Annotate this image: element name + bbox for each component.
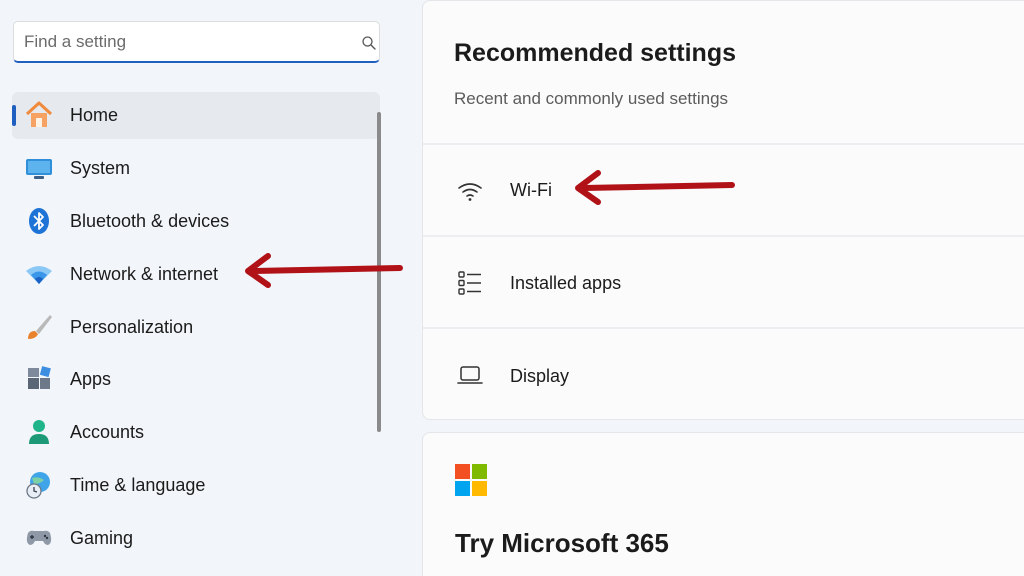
sidebar-item-time-language[interactable]: Time & language	[12, 462, 380, 509]
gamepad-icon	[26, 530, 52, 546]
recommended-item-display[interactable]: Display	[423, 329, 1024, 419]
sidebar-item-bluetooth[interactable]: Bluetooth & devices	[12, 198, 380, 245]
sidebar-item-personalization[interactable]: Personalization	[12, 304, 380, 351]
recommended-item-label: Display	[510, 366, 570, 386]
sidebar-item-label: Apps	[70, 369, 112, 390]
annotation-arrow-network	[245, 253, 403, 288]
wifi-icon	[26, 265, 52, 284]
search-input[interactable]	[24, 30, 344, 54]
recommended-item-label: Installed apps	[510, 273, 622, 293]
sidebar-item-label: Accounts	[70, 422, 145, 443]
sidebar-item-label: Bluetooth & devices	[70, 210, 230, 231]
microsoft-logo-icon	[455, 464, 487, 496]
sidebar-item-gaming[interactable]: Gaming	[12, 515, 380, 562]
sidebar-item-home[interactable]: Home	[12, 92, 380, 139]
search-icon[interactable]	[361, 35, 377, 51]
sidebar-item-label: System	[70, 157, 131, 178]
search-box[interactable]	[13, 21, 380, 63]
brush-icon	[28, 314, 52, 339]
recommended-settings-card: Recommended settings Recent and commonly…	[422, 0, 1024, 420]
laptop-icon	[457, 366, 483, 384]
selection-indicator	[12, 105, 16, 126]
list-icon	[458, 271, 481, 295]
recommended-item-label: Wi-Fi	[510, 180, 552, 200]
sidebar-item-label: Network & internet	[70, 263, 219, 284]
globe-clock-icon	[26, 472, 50, 499]
card-subtitle: Recent and commonly used settings	[454, 89, 729, 108]
sidebar-item-accounts[interactable]: Accounts	[12, 409, 380, 456]
sidebar-item-label: Gaming	[70, 528, 134, 549]
microsoft-365-card[interactable]: Try Microsoft 365	[422, 432, 1024, 576]
sidebar-item-system[interactable]: System	[12, 145, 380, 192]
navigation-pane: Home System Bluetooth & devices Net	[0, 0, 400, 576]
account-icon	[29, 420, 49, 445]
sidebar-item-label: Time & language	[70, 475, 206, 496]
card-title: Recommended settings	[454, 39, 737, 67]
sidebar-nav: Home System Bluetooth & devices Network …	[12, 92, 380, 568]
home-icon	[25, 101, 53, 127]
monitor-icon	[26, 158, 52, 179]
recommended-item-installed-apps[interactable]: Installed apps	[423, 237, 1024, 327]
annotation-arrow-wifi	[575, 170, 735, 205]
bluetooth-icon	[29, 207, 49, 234]
sidebar-item-label: Personalization	[70, 316, 194, 337]
wifi-icon	[458, 183, 482, 201]
sidebar-item-apps[interactable]: Apps	[12, 356, 380, 403]
promo-title: Try Microsoft 365	[455, 528, 669, 558]
apps-icon	[28, 366, 51, 390]
sidebar-item-label: Home	[70, 105, 119, 125]
